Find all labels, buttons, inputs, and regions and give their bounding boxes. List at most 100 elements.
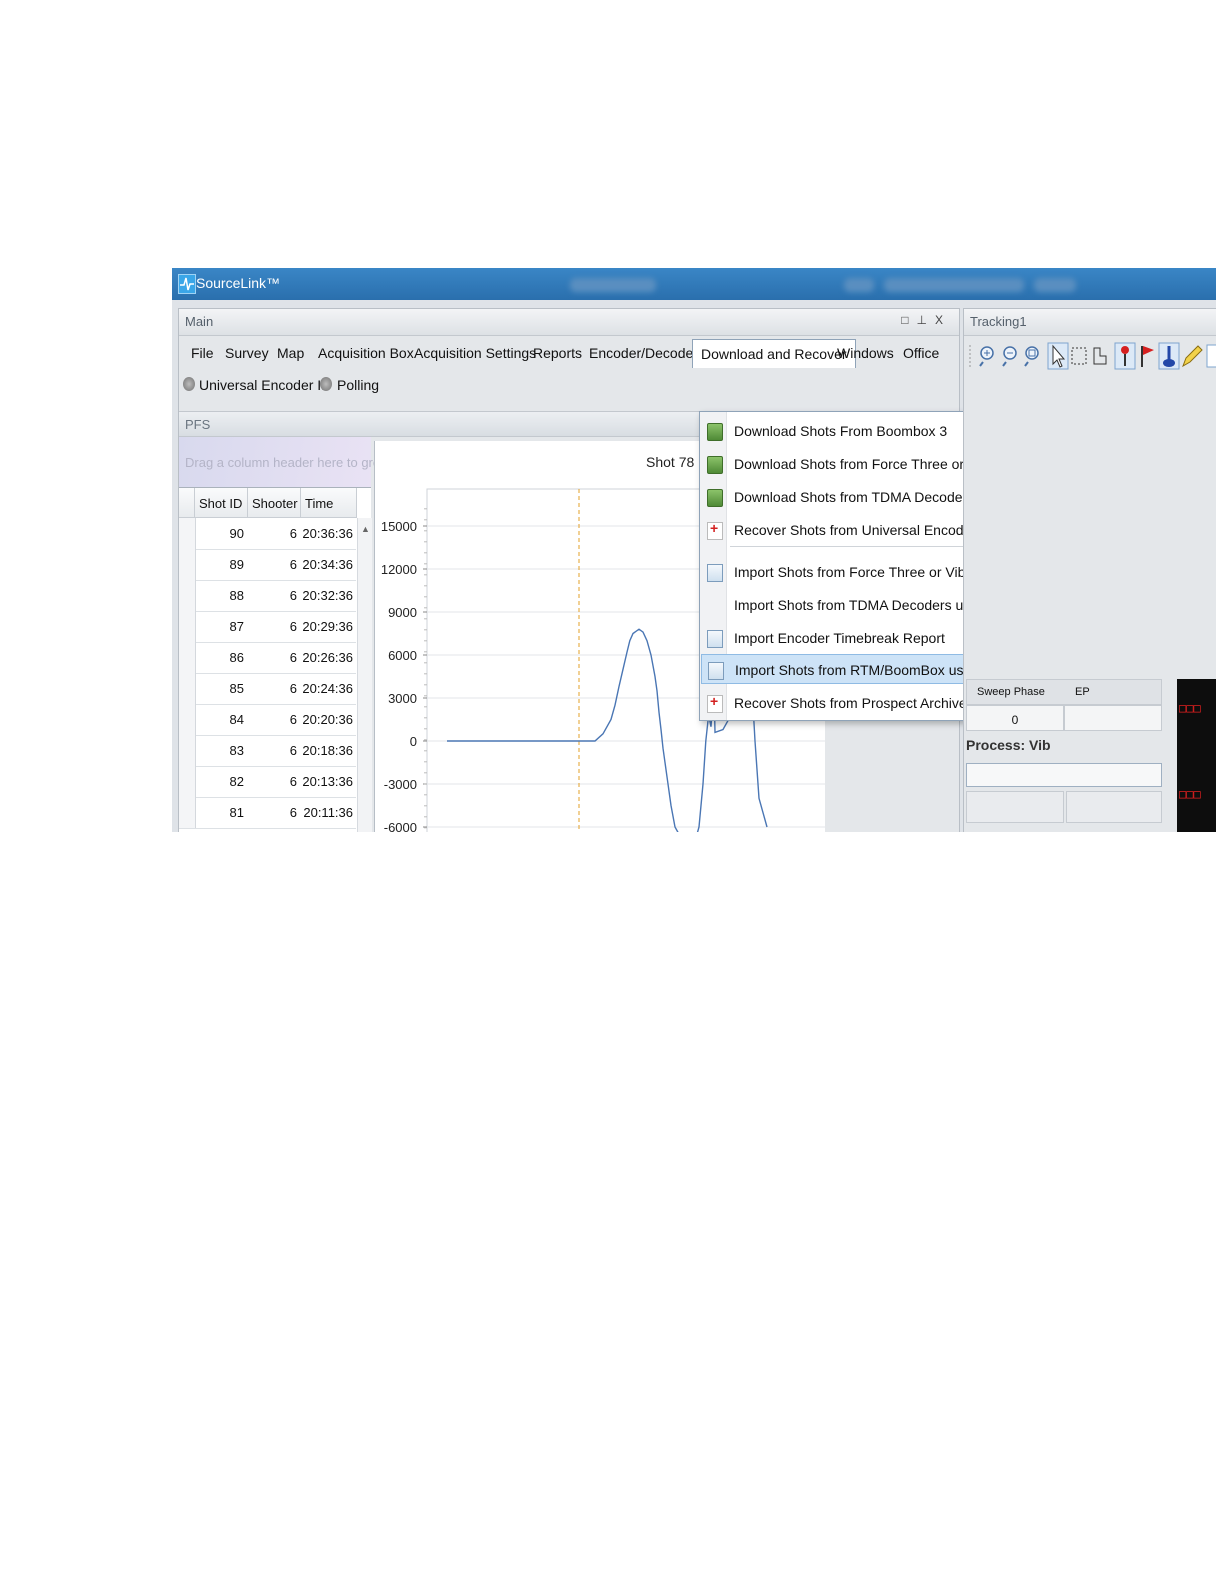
tracking-panel-header: Tracking1	[964, 309, 1216, 336]
close-icon[interactable]: X	[935, 313, 951, 327]
menu-windows[interactable]: Windows	[837, 345, 894, 361]
pin-icon[interactable]: ⊥	[917, 313, 935, 327]
row-selector[interactable]	[179, 611, 196, 642]
row-selector[interactable]	[179, 797, 196, 828]
row-selector[interactable]	[179, 642, 196, 673]
row-selector[interactable]	[179, 518, 196, 549]
main-panel: Main □⊥X File Survey Map Acquisition Box…	[178, 308, 1216, 832]
polling-status-indicator-icon	[320, 377, 332, 391]
zoom-in-icon[interactable]	[979, 346, 994, 367]
time-cell: 20:18:36	[302, 743, 353, 758]
column-header-time[interactable]: Time	[301, 488, 357, 518]
menu-item-label: Download Shots from TDMA Decoder Unit	[734, 489, 996, 505]
polling-status-label: Polling	[337, 377, 380, 393]
table-row[interactable]: 82 6 20:13:36	[179, 766, 356, 798]
time-cell: 20:11:36	[303, 805, 353, 820]
row-selector[interactable]	[179, 673, 196, 704]
grid-scrollbar[interactable]: ▲	[357, 518, 372, 832]
red-recover-icon	[707, 693, 723, 713]
menu-acquisition-settings[interactable]: Acquisition Settings	[414, 345, 536, 361]
sweep-phase-label: Sweep Phase	[977, 686, 1045, 698]
pfs-panel-title: PFS	[185, 417, 211, 432]
table-row[interactable]: 86 6 20:26:36	[179, 642, 356, 674]
maximize-icon[interactable]: □	[901, 313, 916, 327]
table-row[interactable]: 83 6 20:18:36	[179, 735, 356, 767]
menu-file[interactable]: File	[191, 345, 214, 361]
row-selector[interactable]	[179, 549, 196, 580]
row-selector[interactable]	[179, 704, 196, 735]
tracking-panel-title: Tracking1	[970, 314, 1027, 329]
shot-id-cell: 90	[229, 526, 244, 541]
table-row[interactable]: 90 6 20:36:36	[179, 518, 356, 550]
panel-window-buttons[interactable]: □⊥X	[901, 313, 951, 327]
shot-id-cell: 84	[229, 712, 244, 727]
menu-item-label: Recover Shots from Universal Encoder II	[734, 522, 988, 538]
menu-reports[interactable]: Reports	[533, 345, 582, 361]
green-download-icon	[707, 456, 723, 474]
table-row[interactable]: 87 6 20:29:36	[179, 611, 356, 643]
red-recover-icon	[707, 520, 723, 540]
table-row[interactable]: 84 6 20:20:36	[179, 704, 356, 736]
chart-title: Shot 78	[646, 454, 695, 470]
menu-download-and-recover[interactable]: Download and Recover	[692, 339, 856, 368]
shot-id-cell: 86	[229, 650, 244, 665]
zoom-extent-icon[interactable]	[1024, 346, 1039, 367]
shooter-cell: 6	[289, 681, 297, 696]
box-select-icon[interactable]	[1071, 347, 1087, 365]
shot-id-cell: 85	[229, 681, 244, 696]
table-row[interactable]: 89 6 20:34:36	[179, 549, 356, 581]
pencil-icon[interactable]	[1182, 345, 1203, 368]
more-tools-icon[interactable]	[1206, 344, 1216, 368]
lasso-icon[interactable]	[1093, 347, 1107, 365]
row-selector[interactable]	[179, 766, 196, 797]
time-cell: 20:32:36	[302, 588, 353, 603]
blurred-title-text	[570, 278, 656, 292]
status-row: Universal Encoder II Polling	[179, 369, 959, 399]
time-cell: 20:26:36	[302, 650, 353, 665]
column-header-shot-id[interactable]: Shot ID	[195, 488, 248, 518]
shooter-cell: 6	[289, 588, 297, 603]
menu-survey[interactable]: Survey	[225, 345, 269, 361]
table-row[interactable]: 88 6 20:32:36	[179, 580, 356, 612]
y-tick-label: 6000	[388, 648, 417, 663]
green-download-icon	[707, 489, 723, 507]
sourcelink-logo-icon	[178, 274, 196, 294]
ep-value-cell	[1064, 705, 1162, 731]
process-cell-left	[966, 791, 1064, 823]
scroll-up-icon[interactable]: ▲	[361, 524, 370, 534]
red-flag-icon[interactable]	[1141, 346, 1154, 367]
ep-label: EP	[1075, 686, 1090, 698]
shot-id-cell: 87	[229, 619, 244, 634]
shooter-cell: 6	[289, 650, 297, 665]
shot-id-cell: 83	[229, 743, 244, 758]
window-titlebar: SourceLink™	[172, 268, 1216, 300]
y-tick-label: 15000	[381, 519, 417, 534]
shooter-cell: 6	[289, 743, 297, 758]
tracking-toolbar	[969, 342, 1216, 370]
y-tick-label: -6000	[384, 820, 417, 832]
time-cell: 20:20:36	[302, 712, 353, 727]
row-selector[interactable]	[179, 735, 196, 766]
menu-item-label: Download Shots From Boombox 3	[734, 423, 948, 439]
process-field[interactable]	[966, 763, 1162, 787]
encoder-status-label: Universal Encoder II	[199, 377, 326, 393]
shot-id-cell: 88	[229, 588, 244, 603]
menu-item-label: Recover Shots from Prospect Archive	[734, 695, 967, 711]
menu-map[interactable]: Map	[277, 345, 304, 361]
table-row[interactable]: 81 6 20:11:36	[179, 797, 356, 829]
y-tick-label: 12000	[381, 562, 417, 577]
table-row[interactable]: 85 6 20:24:36	[179, 673, 356, 705]
menu-office[interactable]: Office	[903, 345, 939, 361]
column-header-shooter[interactable]: Shooter	[248, 488, 301, 518]
shooter-cell: 6	[289, 712, 297, 727]
menu-encoder-decoders[interactable]: Encoder/Decoders	[589, 345, 705, 361]
screenshot-frame: SourceLink™ Main □⊥X File Survey Map Acq…	[172, 268, 1216, 832]
y-tick-label: -3000	[384, 777, 417, 792]
row-selector[interactable]	[179, 580, 196, 611]
zoom-out-icon[interactable]	[1002, 346, 1017, 367]
led-display-glyphs-top: □□□	[1179, 701, 1201, 715]
shooter-cell: 6	[289, 774, 297, 789]
menu-acquisition-box[interactable]: Acquisition Box	[318, 345, 414, 361]
y-tick-label: 0	[410, 734, 417, 749]
group-by-area[interactable]: Drag a column header here to group	[179, 437, 395, 487]
